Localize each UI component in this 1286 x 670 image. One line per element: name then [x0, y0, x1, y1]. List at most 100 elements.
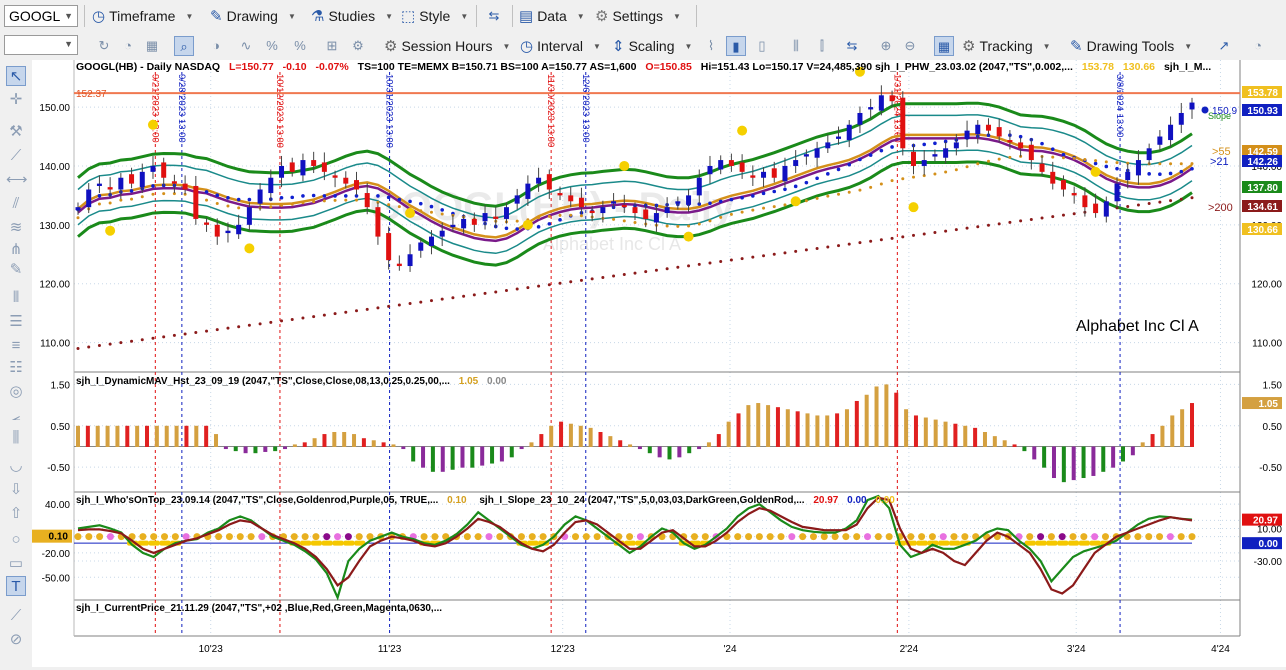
speed-icon[interactable]: ◔: [118, 36, 138, 56]
chevron-down-icon: ▼: [673, 11, 681, 21]
hist-bar: [332, 432, 337, 447]
pivot-marker: [522, 219, 533, 230]
style-button[interactable]: ⬚ Style ▼: [401, 4, 468, 28]
interval-button[interactable]: ◷ Interval ▼: [520, 34, 601, 58]
settings-grid-icon[interactable]: ⚙: [348, 36, 368, 56]
session-hours-label: Session Hours: [401, 38, 493, 54]
wrench-icon[interactable]: ⚒: [6, 122, 26, 142]
bars-icon[interactable]: ⦀: [6, 288, 26, 308]
retracement-icon[interactable]: ☰: [6, 312, 26, 332]
drawing-tools-button[interactable]: ✎ Drawing Tools ▼: [1070, 34, 1192, 58]
percent2-icon[interactable]: %: [290, 36, 310, 56]
arc-icon[interactable]: ◡: [6, 456, 26, 476]
wave-icon[interactable]: ∿: [236, 36, 256, 56]
candle-body: [546, 174, 552, 190]
zoom-out-icon[interactable]: ⊖: [900, 36, 920, 56]
candle-body: [461, 218, 467, 229]
crosshair-icon[interactable]: ✛: [6, 90, 26, 110]
zoom-icon[interactable]: ⌕: [174, 36, 194, 56]
ma-55-dot: [1061, 156, 1065, 160]
text-icon[interactable]: T: [6, 576, 26, 596]
pointer-icon[interactable]: ↖: [6, 66, 26, 86]
ma-55-dot: [355, 198, 358, 202]
candle-body: [825, 142, 831, 149]
candle-body: [739, 162, 745, 172]
candlestick-icon[interactable]: ▮: [726, 36, 746, 56]
percent-icon[interactable]: %: [262, 36, 282, 56]
parallel-icon[interactable]: ≋: [6, 218, 26, 238]
ma-200-dot: [1072, 212, 1076, 216]
grid-icon[interactable]: ⊞: [322, 36, 342, 56]
session-hours-button[interactable]: ⚙ Session Hours ▼: [384, 34, 510, 58]
rectangle-icon[interactable]: ▭: [6, 554, 26, 574]
chart-area[interactable]: 9/21/2023 13:00 9/28/2023 13:00 10/12/2023…: [32, 60, 1286, 670]
studies-button[interactable]: ⚗ Studies ▼: [311, 4, 393, 28]
calendar-icon[interactable]: ▦: [142, 36, 162, 56]
pivot-marker: [908, 202, 919, 213]
candle-body: [289, 162, 295, 172]
ma-200-dot: [172, 333, 176, 337]
circle-icon[interactable]: ○: [6, 530, 26, 550]
trend-icon[interactable]: ↗: [1214, 36, 1234, 56]
ma-55-dot: [890, 179, 894, 183]
volume-icon[interactable]: ⫼: [6, 428, 26, 448]
ma-55-dot: [676, 224, 680, 228]
channel-icon[interactable]: ⫽: [6, 194, 26, 214]
symbol-input[interactable]: GOOGL ▼: [4, 5, 78, 27]
hist-bar: [1190, 403, 1194, 447]
candle-body: [643, 209, 649, 219]
eraser-icon[interactable]: ⟋: [6, 606, 26, 626]
hollow-candle-icon[interactable]: ▯: [752, 36, 772, 56]
data-button[interactable]: ▤ Data ▼: [519, 4, 585, 28]
tracking-button[interactable]: ⚙ Tracking ▼: [962, 34, 1051, 58]
pencil-icon[interactable]: ✎: [6, 260, 26, 280]
ma-200-dot: [837, 244, 841, 248]
hist-bar: [470, 446, 475, 468]
angle-icon[interactable]: ⦟: [6, 406, 26, 426]
hist-bar: [480, 446, 485, 466]
hist-bar: [598, 432, 603, 447]
drawing-button[interactable]: ✎ Drawing ▼: [210, 4, 296, 28]
refresh-icon[interactable]: ↻: [94, 36, 114, 56]
event-label: 9/28/2023 13:00: [176, 74, 187, 143]
bar-chart-icon[interactable]: ⫼: [786, 36, 806, 56]
candle-body: [428, 236, 434, 247]
timeframe-button[interactable]: ◷ Timeframe ▼: [92, 4, 193, 28]
who-on-top-flag: [159, 540, 171, 546]
speedometer-icon[interactable]: ◑: [206, 36, 226, 56]
candle-body: [975, 124, 981, 135]
time-tick-label: 12'23: [551, 644, 576, 655]
gann-icon[interactable]: ☷: [6, 358, 26, 378]
arrow-down-icon[interactable]: ⇩: [6, 480, 26, 500]
who-on-top-dot: [258, 533, 266, 541]
scaling-button[interactable]: ⇕ Scaling ▼: [612, 34, 692, 58]
levels-icon[interactable]: ≡: [6, 336, 26, 356]
link2-icon[interactable]: ⇆: [842, 36, 862, 56]
p3-v2: 20.97: [813, 495, 838, 506]
data-icon: ▤: [519, 8, 534, 25]
line-chart-icon[interactable]: ⌇: [701, 36, 721, 56]
who-on-top-dot: [799, 533, 807, 541]
table-icon[interactable]: ▦: [934, 36, 954, 56]
ma-21-dot: [1040, 141, 1044, 146]
p3-v1: 0.10: [447, 495, 467, 506]
ma-55-dot: [151, 192, 155, 196]
ohlc-icon[interactable]: ⫿: [812, 36, 832, 56]
gauge-icon[interactable]: ◔: [1248, 36, 1268, 56]
candle-body: [1178, 112, 1184, 125]
interval-select[interactable]: ▼: [4, 35, 78, 55]
horizontal-line-icon[interactable]: ⟷: [6, 170, 28, 190]
cycle-icon[interactable]: ◎: [6, 382, 26, 402]
arrow-up-icon[interactable]: ⇧: [6, 504, 26, 524]
pencil-icon: ✎: [1070, 38, 1083, 55]
zoom-in-icon[interactable]: ⊕: [876, 36, 896, 56]
link-icon[interactable]: ⇆: [484, 6, 504, 26]
fan-icon[interactable]: ⋔: [6, 240, 26, 260]
candle-body: [1071, 193, 1077, 196]
hist-tick-label: 0.50: [51, 422, 71, 433]
delete-icon[interactable]: ⊘: [6, 630, 26, 650]
pivot-marker: [244, 243, 255, 254]
settings-button[interactable]: ⚙ Settings ▼: [595, 4, 681, 28]
slope-tick-label: 40.00: [45, 500, 70, 511]
trendline-icon[interactable]: ⟋: [6, 146, 26, 166]
